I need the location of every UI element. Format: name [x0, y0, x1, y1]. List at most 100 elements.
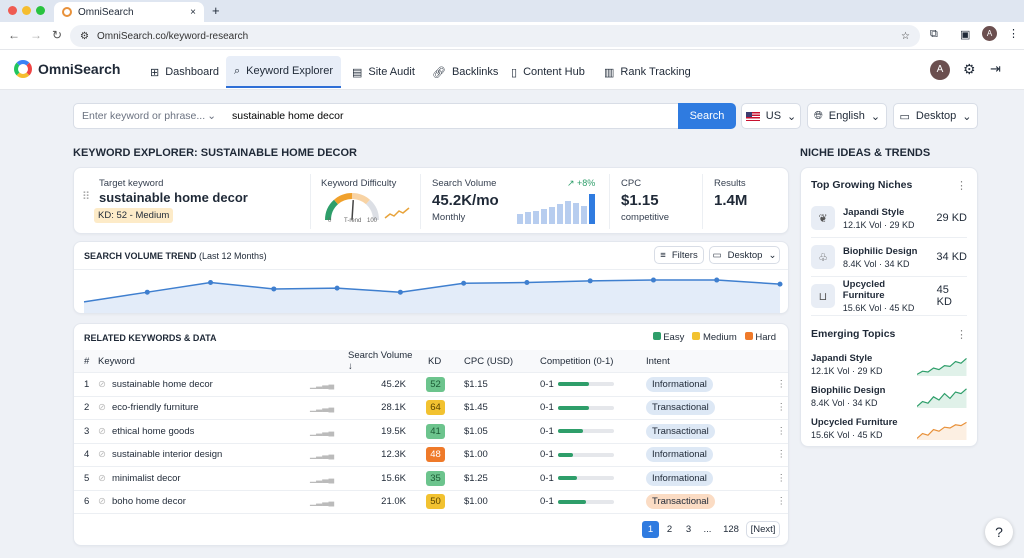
trend-point[interactable] — [650, 277, 656, 283]
row-menu-icon[interactable]: ⋮ — [772, 490, 788, 514]
row-menu-icon[interactable]: ⋮ — [772, 466, 788, 491]
col-cpc[interactable]: CPC (USD) — [464, 350, 540, 373]
close-window-button[interactable] — [8, 6, 17, 15]
emerging-item[interactable]: Upcycled Furniture 15.6K Vol · 45 KD — [811, 412, 967, 444]
page-last[interactable]: 128 — [718, 521, 744, 538]
emerging-item[interactable]: Japandi Style 12.1K Vol · 29 KD — [811, 348, 967, 380]
keyword-cell[interactable]: ⊘ boho home decor — [98, 490, 310, 514]
row-menu-icon[interactable]: ⋮ — [772, 396, 788, 420]
trend-point[interactable] — [144, 289, 150, 295]
keyword-cell[interactable]: ⊘ ethical home goods — [98, 419, 310, 444]
search-icon: ⌕ — [234, 64, 241, 77]
niche-item[interactable]: ⊔ Upcycled Furniture 15.6K Vol · 45 KD 45 K… — [811, 277, 967, 316]
settings-gear-icon[interactable]: ⚙ — [963, 61, 976, 78]
keyword-cell[interactable]: ⊘ eco-friendly furniture — [98, 396, 310, 420]
check-circle-icon[interactable]: ⊘ — [98, 449, 106, 460]
nav-backlinks[interactable]: 🔗︎ Backlinks — [424, 56, 506, 88]
row-menu-icon[interactable]: ⋮ — [772, 419, 788, 444]
trend-device-select[interactable]: ▭ Desktop ⌄ — [709, 246, 780, 264]
competition-label: 0-1 — [540, 472, 554, 484]
legend-label: Easy — [663, 332, 685, 343]
new-tab-button[interactable]: + — [212, 3, 220, 18]
intent-badge: Transactional — [646, 494, 715, 510]
table-row[interactable]: 4 ⊘ sustainable interior design ▁▂▃▄ 12.3K… — [74, 443, 788, 467]
sidebar-icon[interactable]: ▣ — [960, 28, 970, 41]
browser-profile-avatar[interactable]: A — [982, 26, 997, 41]
browser-tab[interactable]: OmniSearch × — [54, 2, 204, 22]
check-circle-icon[interactable]: ⊘ — [98, 496, 106, 507]
col-search-volume[interactable]: Search Volume ↓ — [310, 350, 414, 373]
site-info-icon[interactable]: ⚙ — [80, 31, 89, 42]
trend-point[interactable] — [587, 278, 593, 284]
keyword-cell[interactable]: ⊘ minimalist decor — [98, 466, 310, 491]
cpc-value: $1.00 — [464, 490, 540, 514]
niche-item[interactable]: ❦ Japandi Style 12.1K Vol · 29 KD 29 KD — [811, 199, 967, 238]
minimize-window-button[interactable] — [22, 6, 31, 15]
col-intent[interactable]: Intent — [646, 350, 773, 373]
maximize-window-button[interactable] — [36, 6, 45, 15]
forward-icon[interactable]: → — [30, 28, 42, 42]
url-field[interactable]: ⚙ OmniSearch.co/keyword-research ☆ — [70, 25, 920, 47]
table-row[interactable]: 2 ⊘ eco-friendly furniture ▁▂▃▄ 28.1K 64 $… — [74, 396, 788, 420]
page-1[interactable]: 1 — [642, 521, 659, 538]
more-options-icon[interactable]: ⋮ — [956, 179, 967, 199]
next-page-button[interactable]: [Next] — [746, 521, 780, 538]
niche-item[interactable]: ♧ Biophilic Design 8.4K Vol · 34 KD 34 KD — [811, 238, 967, 277]
drag-handle-icon[interactable]: ⠿ — [82, 190, 90, 203]
row-menu-icon[interactable]: ⋮ — [772, 372, 788, 397]
nav-site-audit[interactable]: ▤ Site Audit — [344, 56, 423, 88]
nav-content-hub[interactable]: ▯ Content Hub — [503, 56, 593, 88]
user-avatar[interactable]: A — [930, 60, 950, 80]
table-row[interactable]: 1 ⊘ sustainable home decor ▁▂▃▄ 45.2K 52 $… — [74, 372, 788, 397]
trend-point[interactable] — [208, 279, 214, 285]
check-circle-icon[interactable]: ⊘ — [98, 402, 106, 413]
trend-point[interactable] — [524, 279, 530, 285]
keyword-cell[interactable]: ⊘ sustainable home decor — [98, 372, 310, 397]
bookmark-star-icon[interactable]: ☆ — [901, 31, 910, 42]
trend-point[interactable] — [271, 286, 277, 292]
keyword-cell[interactable]: ⊘ sustainable interior design — [98, 443, 310, 467]
col-keyword[interactable]: Keyword — [98, 350, 310, 373]
country-select[interactable]: US ⌄ — [741, 103, 801, 129]
device-select[interactable]: ▭ Desktop ⌄ — [893, 103, 978, 129]
related-keywords-card: RELATED KEYWORDS & DATA Easy Medium Hard… — [73, 323, 789, 546]
close-tab-icon[interactable]: × — [190, 7, 196, 18]
row-menu-icon[interactable]: ⋮ — [772, 443, 788, 467]
trend-point[interactable] — [397, 289, 403, 295]
check-circle-icon[interactable]: ⊘ — [98, 379, 106, 390]
check-circle-icon[interactable]: ⊘ — [98, 473, 106, 484]
keyword-text: sustainable home decor — [111, 378, 213, 390]
volume-bars-icon: ▁▂▃▄ — [310, 450, 335, 460]
trend-point[interactable] — [334, 285, 340, 291]
trend-point[interactable] — [461, 280, 467, 286]
help-button[interactable]: ? — [985, 518, 1013, 546]
page-3[interactable]: 3 — [680, 521, 697, 538]
check-circle-icon[interactable]: ⊘ — [98, 426, 106, 437]
trend-point[interactable] — [714, 277, 720, 283]
browser-menu-icon[interactable]: ⋮ — [1008, 27, 1019, 40]
back-icon[interactable]: ← — [8, 28, 20, 42]
search-button[interactable]: Search — [678, 103, 736, 129]
extensions-icon[interactable]: ⧉ — [930, 28, 938, 41]
nav-keyword-explorer[interactable]: ⌕ Keyword Explorer — [226, 56, 341, 88]
table-row[interactable]: 6 ⊘ boho home decor ▁▂▃▄ 21.0K 50 $1.00 0-… — [74, 490, 788, 514]
page-2[interactable]: 2 — [661, 521, 678, 538]
search-mode-dropdown[interactable]: Enter keyword or phrase... ⌄ — [73, 103, 225, 129]
table-row[interactable]: 5 ⊘ minimalist decor ▁▂▃▄ 15.6K 35 $1.25 0… — [74, 466, 788, 491]
competition-label: 0-1 — [540, 496, 554, 508]
language-select[interactable]: 🌐︎ English ⌄ — [807, 103, 887, 129]
emerging-item[interactable]: Biophilic Design 8.4K Vol · 34 KD — [811, 380, 967, 412]
logo[interactable]: OmniSearch — [14, 60, 120, 78]
nav-label: Site Audit — [368, 66, 415, 78]
filters-button[interactable]: ≡ Filters — [654, 246, 704, 264]
col-competition[interactable]: Competition (0-1) — [540, 350, 646, 373]
reload-icon[interactable]: ↻ — [52, 28, 62, 42]
logout-icon[interactable]: ⇥ — [990, 61, 1001, 77]
nav-rank-tracking[interactable]: ▥ Rank Tracking — [596, 56, 699, 88]
table-row[interactable]: 3 ⊘ ethical home goods ▁▂▃▄ 19.5K 41 $1.05… — [74, 419, 788, 444]
col-kd[interactable]: KD — [414, 350, 464, 373]
nav-dashboard[interactable]: ⊞ Dashboard — [142, 56, 227, 88]
keyword-search-input[interactable] — [224, 103, 679, 129]
more-options-icon[interactable]: ⋮ — [956, 328, 967, 348]
trend-point[interactable] — [777, 281, 783, 287]
